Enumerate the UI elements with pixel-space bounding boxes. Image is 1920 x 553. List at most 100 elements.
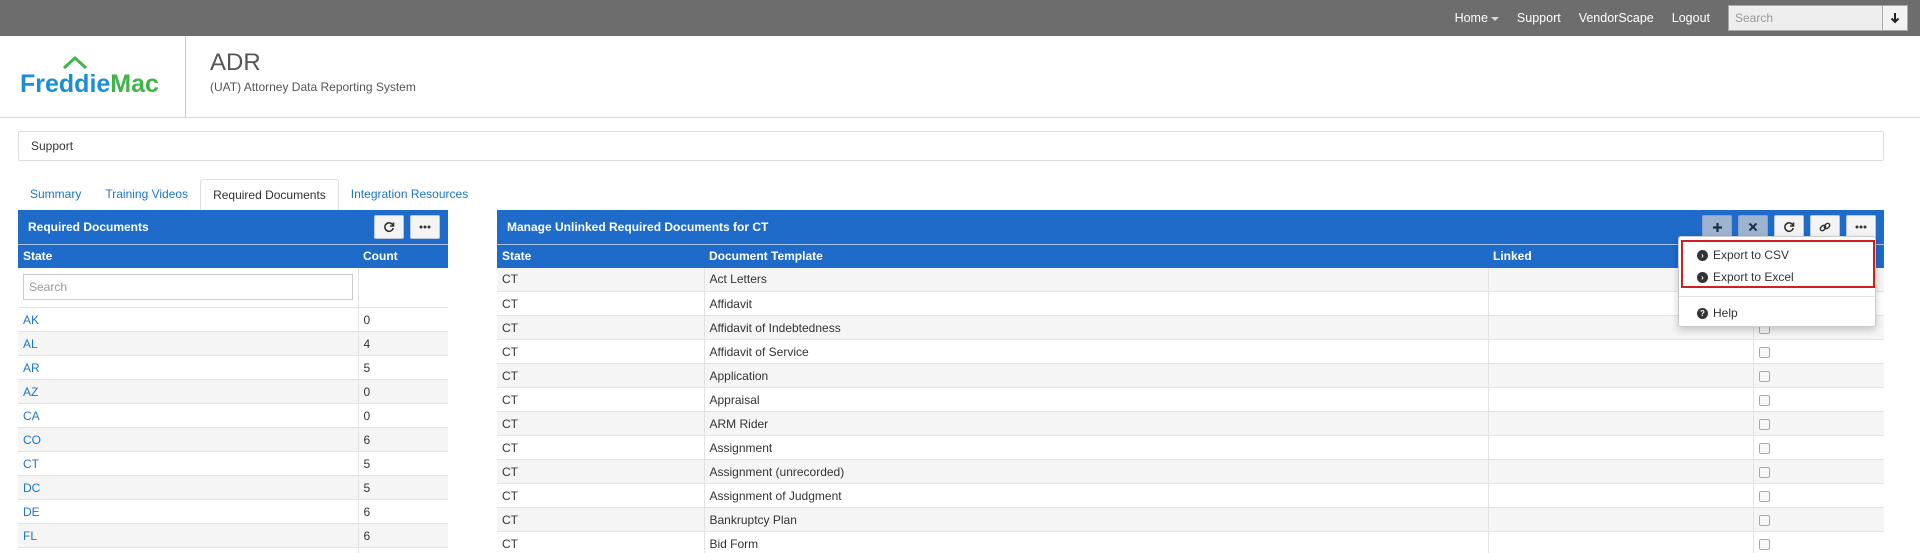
- row-checkbox[interactable]: [1758, 538, 1770, 550]
- select-cell: [1752, 387, 1884, 412]
- template-cell: Bankruptcy Plan: [703, 507, 1488, 532]
- table-row: CT Affidavit of Service: [497, 339, 1884, 364]
- state-link[interactable]: CO: [23, 433, 41, 447]
- panel-title: Required Documents: [28, 220, 149, 234]
- top-nav: Home Support VendorScape Logout: [1455, 0, 1920, 36]
- export-csv-item[interactable]: › Export to CSV: [1697, 248, 1789, 262]
- select-cell: [1752, 459, 1884, 484]
- state-link[interactable]: AK: [23, 313, 39, 327]
- row-checkbox[interactable]: [1758, 490, 1770, 502]
- more-options-button[interactable]: [410, 215, 440, 239]
- count-filter-cell: [357, 267, 448, 308]
- help-icon: ?: [1697, 307, 1708, 319]
- select-cell: [1752, 435, 1884, 460]
- state-cell: CT: [497, 315, 704, 340]
- table-row: CO 6: [18, 427, 448, 452]
- tab-integration-resources[interactable]: Integration Resources: [339, 179, 480, 210]
- count-cell: 0: [357, 547, 448, 553]
- count-cell: 6: [357, 427, 448, 452]
- tab-required-documents[interactable]: Required Documents: [200, 179, 339, 210]
- table-row: AK 0: [18, 307, 448, 332]
- linked-cell: [1487, 363, 1753, 388]
- count-cell: 5: [357, 355, 448, 380]
- row-checkbox[interactable]: [1758, 370, 1770, 382]
- count-cell: 6: [357, 523, 448, 548]
- state-link[interactable]: DC: [23, 481, 40, 495]
- state-link[interactable]: AL: [23, 337, 38, 351]
- ellipsis-icon: [419, 225, 431, 229]
- panel-toolbar: [374, 215, 440, 239]
- nav-logout[interactable]: Logout: [1672, 11, 1710, 25]
- app-subtitle: (UAT) Attorney Data Reporting System: [210, 80, 416, 94]
- select-cell: [1752, 483, 1884, 508]
- select-cell: [1752, 411, 1884, 436]
- link-icon: [1819, 222, 1831, 232]
- export-excel-item[interactable]: › Export to Excel: [1697, 270, 1794, 284]
- tab-training-videos[interactable]: Training Videos: [93, 179, 200, 210]
- template-cell: Application: [703, 363, 1488, 388]
- export-icon: ›: [1697, 271, 1708, 283]
- count-cell: 5: [357, 451, 448, 476]
- refresh-button[interactable]: [374, 215, 404, 239]
- table-row: CT Assignment: [497, 435, 1884, 460]
- template-cell: Assignment (unrecorded): [703, 459, 1488, 484]
- state-cell: CT: [497, 339, 704, 364]
- table-row: DE 6: [18, 499, 448, 524]
- state-link[interactable]: AZ: [23, 385, 38, 399]
- state-cell: CT: [497, 531, 704, 553]
- template-cell: Act Letters: [703, 267, 1488, 292]
- nav-support[interactable]: Support: [1517, 11, 1561, 25]
- state-link[interactable]: CA: [23, 409, 40, 423]
- required-documents-panel: Required Documents State Count AK 0 AL 4: [18, 210, 448, 553]
- nav-home[interactable]: Home: [1455, 11, 1499, 25]
- column-header-state[interactable]: State: [497, 244, 704, 268]
- export-icon: ›: [1697, 249, 1708, 261]
- search-button[interactable]: [1882, 5, 1908, 31]
- state-link[interactable]: DE: [23, 505, 40, 519]
- linked-cell: [1487, 411, 1753, 436]
- row-checkbox[interactable]: [1758, 346, 1770, 358]
- refresh-icon: [384, 222, 395, 233]
- row-checkbox[interactable]: [1758, 514, 1770, 526]
- state-filter-input[interactable]: [23, 274, 353, 301]
- template-cell: Assignment of Judgment: [703, 483, 1488, 508]
- help-item[interactable]: ? Help: [1697, 306, 1738, 320]
- column-header-count[interactable]: Count: [358, 244, 448, 268]
- select-cell: [1752, 507, 1884, 532]
- export-csv-label: Export to CSV: [1713, 248, 1790, 262]
- table-row: CT Affidavit: [497, 291, 1884, 316]
- row-checkbox[interactable]: [1758, 394, 1770, 406]
- search-input[interactable]: [1728, 5, 1882, 31]
- table-row: GA0: [18, 547, 448, 553]
- column-header-document-template[interactable]: Document Template: [704, 244, 1488, 268]
- table-row: CT Act Letters: [497, 267, 1884, 292]
- top-search: [1728, 5, 1908, 31]
- table-row: CT Assignment of Judgment: [497, 483, 1884, 508]
- table-row: CT Bankruptcy Plan: [497, 507, 1884, 532]
- state-link[interactable]: AR: [23, 361, 40, 375]
- table-row: AL 4: [18, 331, 448, 356]
- caret-down-icon: [1490, 16, 1499, 21]
- table-row: CT Bid Form: [497, 531, 1884, 553]
- row-checkbox[interactable]: [1758, 442, 1770, 454]
- table-row: CT 5: [18, 451, 448, 476]
- row-checkbox[interactable]: [1758, 418, 1770, 430]
- header-divider: [185, 36, 186, 118]
- count-cell: 0: [357, 307, 448, 332]
- state-link[interactable]: FL: [23, 529, 37, 543]
- linked-cell: [1487, 387, 1753, 412]
- count-cell: 0: [357, 379, 448, 404]
- freddie-mac-logo[interactable]: FreddieMac: [20, 56, 160, 98]
- select-cell: [1752, 531, 1884, 553]
- template-cell: Assignment: [703, 435, 1488, 460]
- column-header-state[interactable]: State: [18, 244, 358, 268]
- nav-vendorscape[interactable]: VendorScape: [1579, 11, 1654, 25]
- tab-summary[interactable]: Summary: [18, 179, 93, 210]
- app-title: ADR: [210, 49, 261, 76]
- state-cell: CT: [497, 483, 704, 508]
- ellipsis-icon: [1855, 225, 1867, 229]
- row-checkbox[interactable]: [1758, 466, 1770, 478]
- linked-cell: [1487, 459, 1753, 484]
- state-link[interactable]: CT: [23, 457, 39, 471]
- arrow-down-icon: [1890, 13, 1900, 24]
